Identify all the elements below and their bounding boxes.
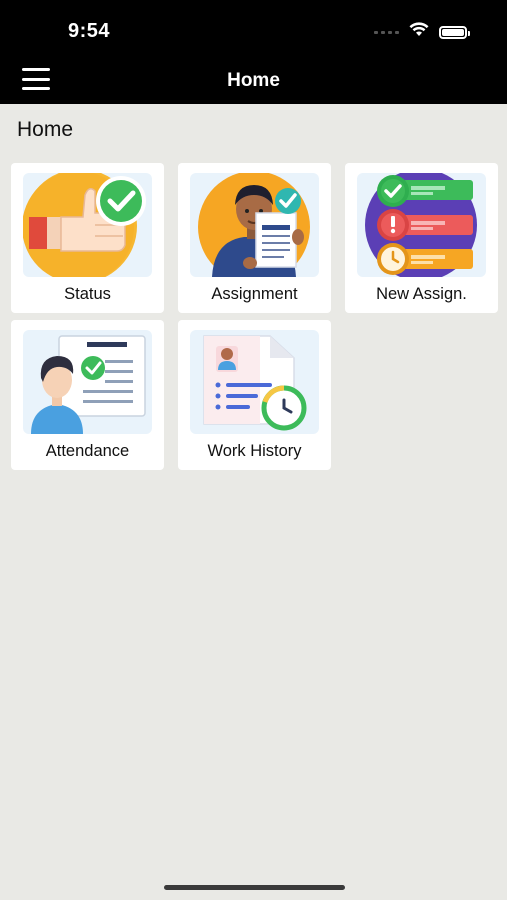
tile-label: New Assign.	[376, 285, 467, 303]
tile-label: Status	[64, 285, 111, 303]
page-heading: Home	[17, 118, 74, 141]
tile-attendance[interactable]: Attendance	[11, 320, 164, 470]
top-bar: 9:54 Home	[0, 0, 507, 104]
nav-title: Home	[227, 70, 280, 91]
tile-label: Attendance	[45, 442, 130, 460]
tile-label: Work History	[207, 442, 302, 460]
cellular-signal-icon	[374, 30, 399, 34]
tile-work-history[interactable]: Work History	[178, 320, 331, 470]
tile-assignment[interactable]: Assignment	[178, 163, 331, 313]
person-with-document-icon	[190, 173, 319, 277]
status-icons	[374, 22, 470, 42]
tile-new-assign[interactable]: New Assign.	[345, 163, 498, 313]
task-list-icon	[357, 173, 486, 277]
home-indicator[interactable]	[164, 885, 345, 890]
tile-status[interactable]: Status	[11, 163, 164, 313]
status-time: 9:54	[68, 20, 111, 42]
profile-document-clock-icon	[190, 330, 319, 434]
person-checked-board-icon	[23, 330, 152, 434]
tile-label: Assignment	[211, 285, 298, 303]
wifi-icon	[409, 22, 429, 42]
thumbs-up-check-icon	[23, 173, 152, 277]
battery-icon	[439, 25, 470, 39]
